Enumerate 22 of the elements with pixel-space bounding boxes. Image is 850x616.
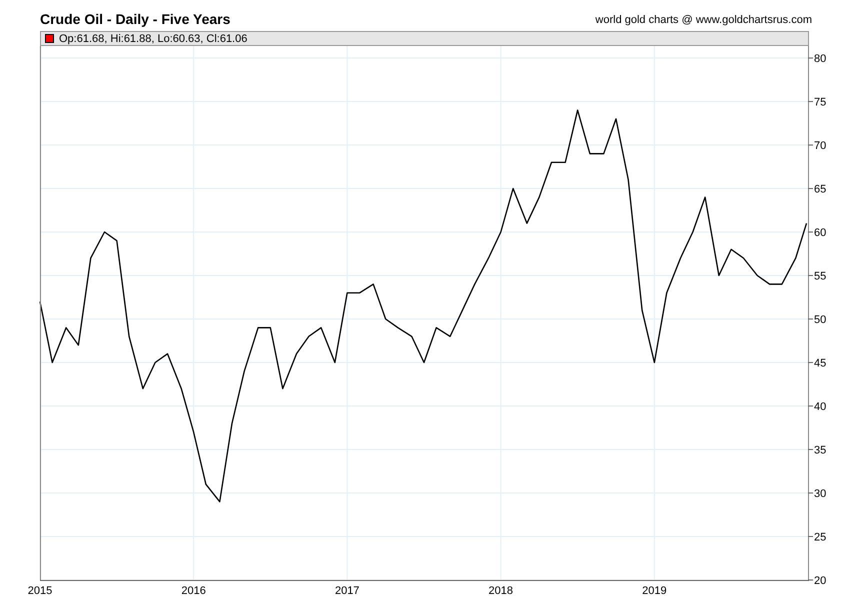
- y-tick-label: 40: [814, 401, 826, 414]
- y-tick-label: 45: [814, 358, 826, 370]
- y-tick-label: 55: [814, 270, 826, 283]
- y-tick-label: 35: [814, 444, 826, 456]
- x-tick-label: 2015: [28, 585, 52, 597]
- x-tick-label: 2016: [181, 585, 206, 597]
- y-tick-label: 60: [814, 227, 826, 240]
- y-tick-label: 70: [814, 140, 826, 152]
- legend-text: Op:61.68, Hi:61.88, Lo:60.63, Cl:61.06: [59, 32, 248, 44]
- y-tick-label: 30: [814, 488, 826, 500]
- chart-title: Crude Oil - Daily - Five Years: [40, 11, 230, 27]
- x-tick-label: 2019: [642, 585, 667, 597]
- y-tick-label: 80: [814, 53, 826, 66]
- x-tick-label: 2017: [334, 585, 360, 597]
- y-tick-label: 50: [814, 314, 826, 326]
- y-tick-label: 75: [814, 96, 826, 109]
- source-credit: world gold charts @ www.goldchartsrus.com: [595, 14, 812, 27]
- y-tick-label: 65: [814, 184, 826, 196]
- y-tick-label: 20: [814, 575, 826, 587]
- x-tick-label: 2018: [488, 585, 514, 597]
- legend-swatch: [45, 34, 54, 43]
- y-tick-label: 25: [814, 532, 826, 544]
